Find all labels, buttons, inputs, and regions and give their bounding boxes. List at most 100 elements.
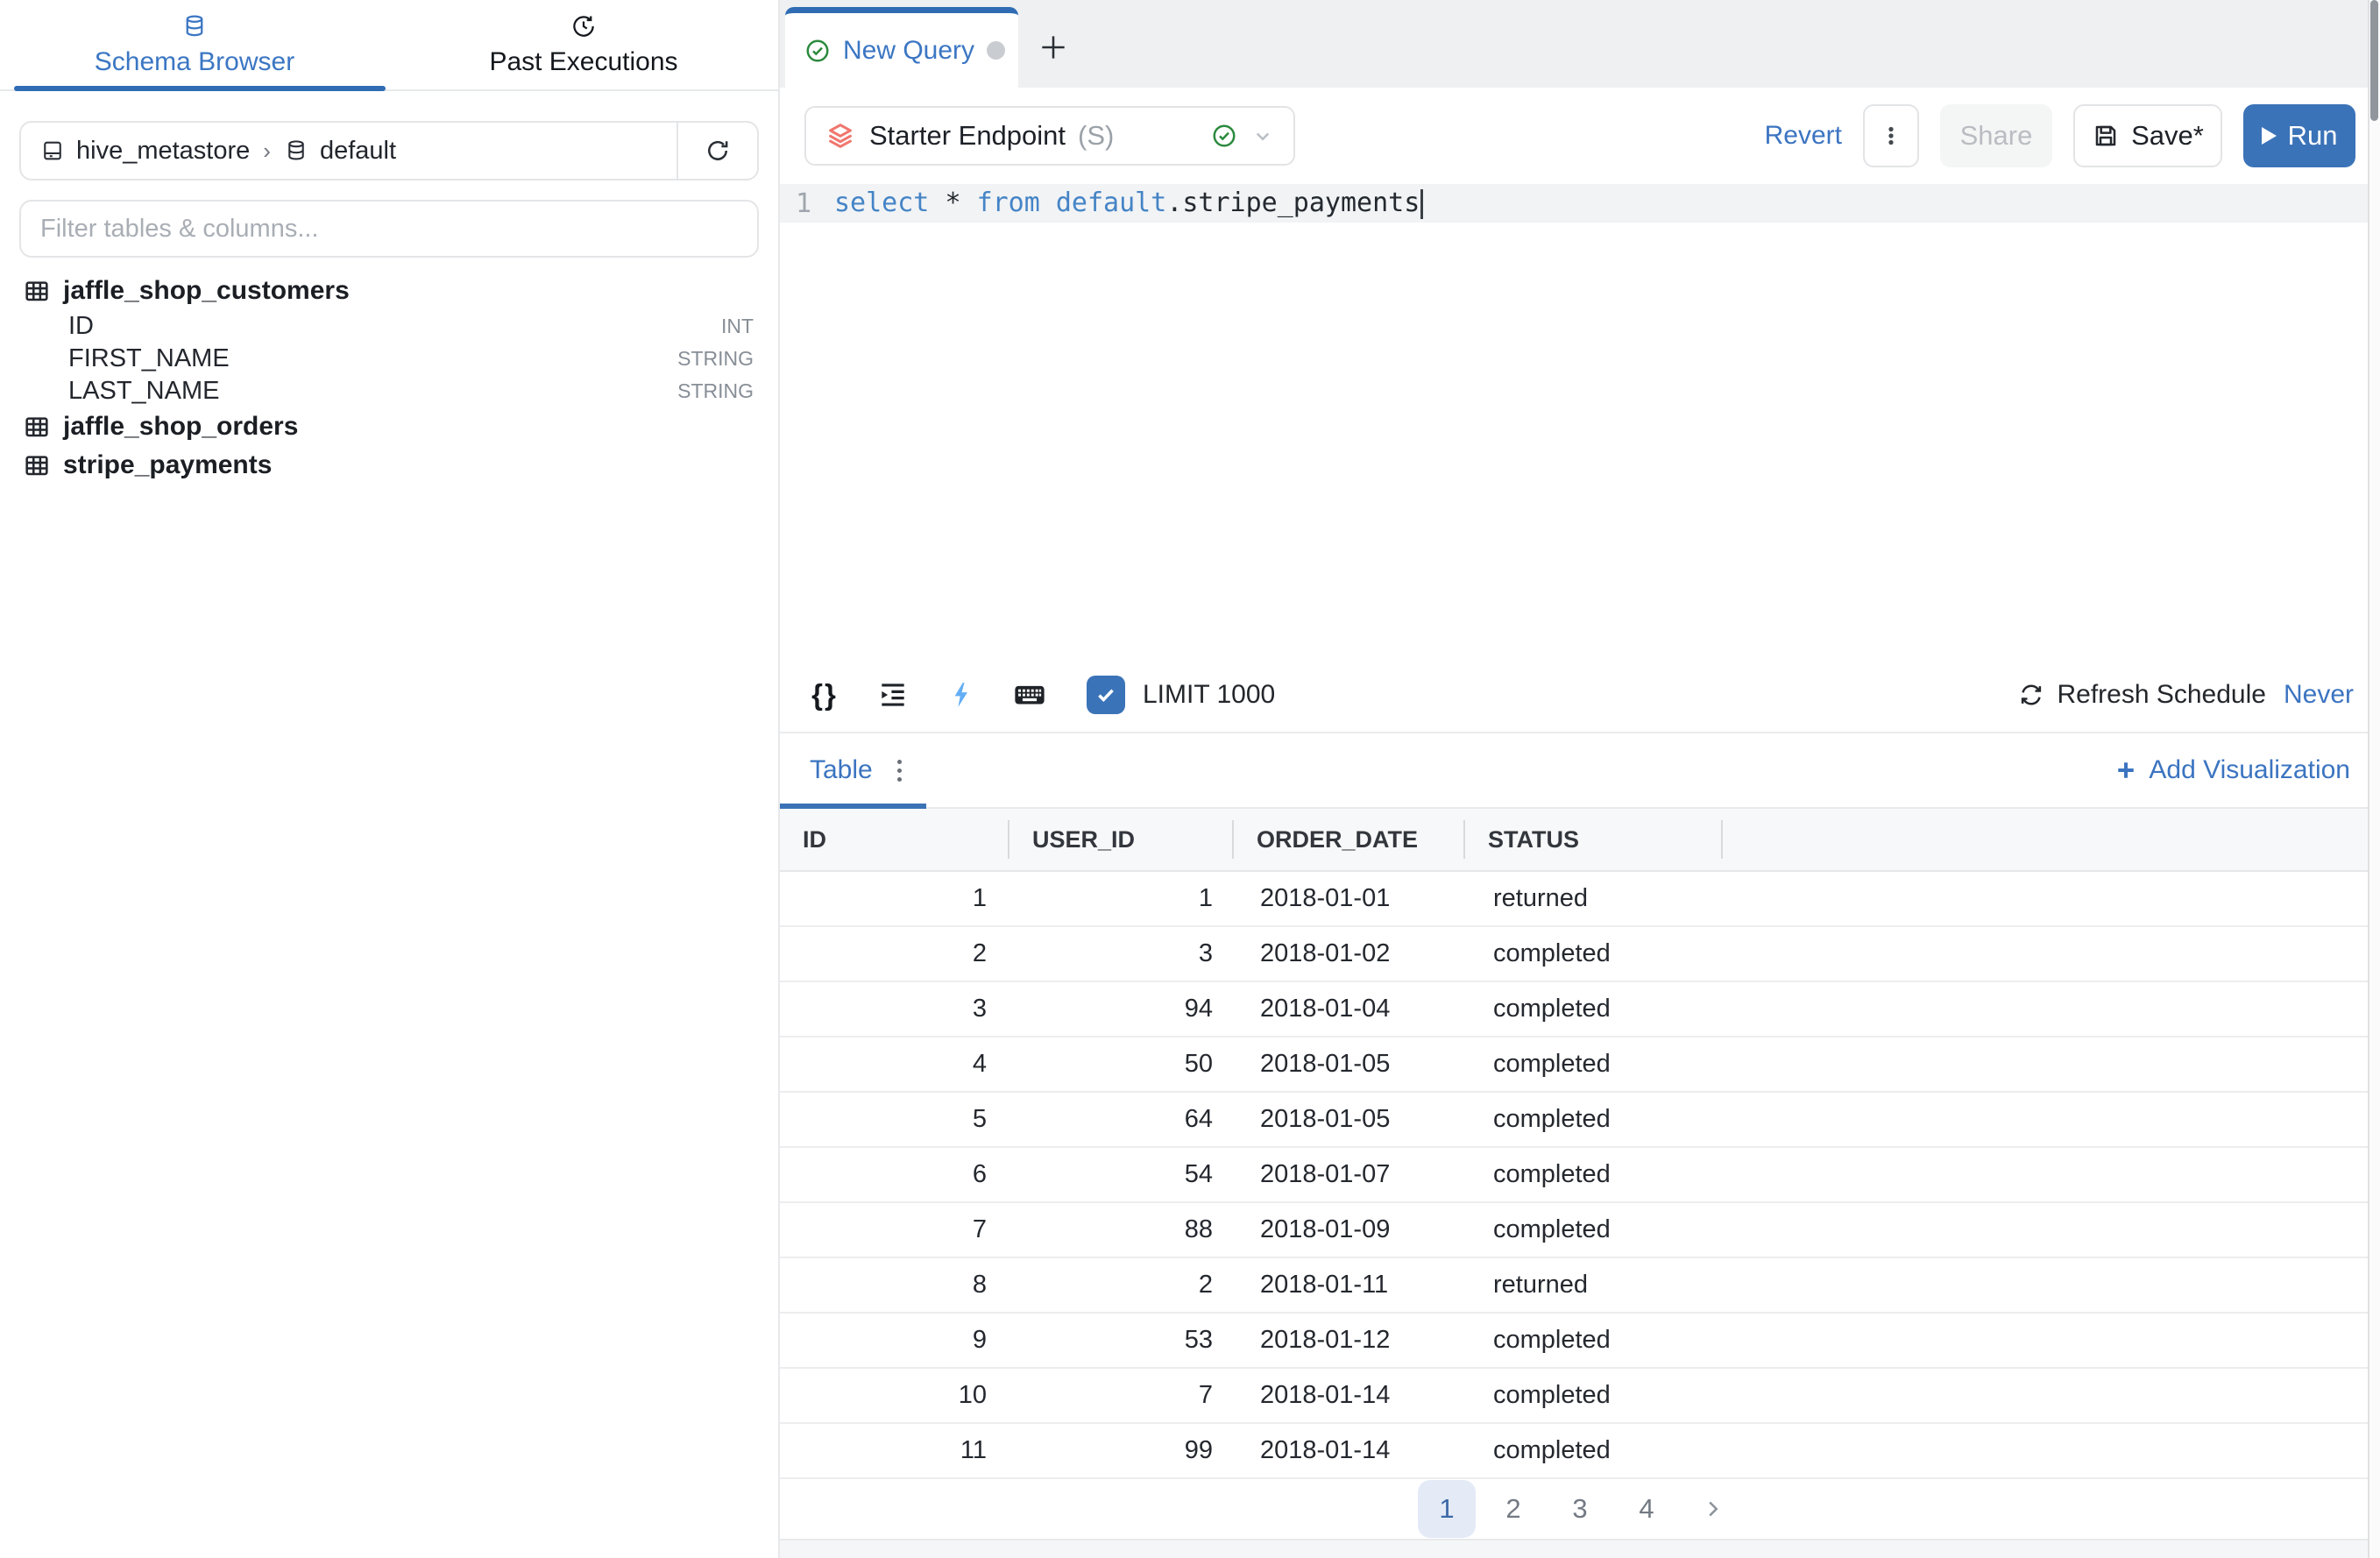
chevron-right-icon (1700, 1496, 1726, 1522)
cell-user-id: 53 (1009, 1326, 1234, 1355)
table-row: 9 53 2018-01-12 completed (780, 1314, 2380, 1369)
checkbox-check-icon (1094, 683, 1118, 707)
vertical-scrollbar-thumb[interactable] (2370, 0, 2378, 121)
cell-user-id: 99 (1009, 1436, 1234, 1465)
cell-status: returned (1465, 1271, 1723, 1300)
vertical-scrollbar-track[interactable] (2368, 0, 2380, 1558)
cell-order-date: 2018-01-14 (1234, 1436, 1465, 1465)
results-tab-label: Table (810, 755, 873, 785)
tab-new-query[interactable]: New Query (785, 7, 1018, 88)
refresh-schedule-label: Refresh Schedule (2057, 680, 2265, 710)
unsaved-indicator-dot (987, 41, 1005, 60)
breadcrumb-schema[interactable]: default (320, 137, 396, 166)
schema-table-item[interactable]: jaffle_shop_orders (23, 407, 759, 446)
schema-table-item[interactable]: jaffle_shop_customers (23, 272, 759, 310)
add-visualization-label: Add Visualization (2149, 755, 2350, 785)
table-row: 5 64 2018-01-05 completed (780, 1093, 2380, 1148)
sync-icon (2017, 681, 2045, 709)
autocomplete-button[interactable] (943, 680, 980, 710)
cell-status: completed (1465, 1215, 1723, 1244)
results-table: ID USER_ID ORDER_DATE STATUS 1 1 2018-01… (780, 809, 2380, 1479)
schema-tree: jaffle_shop_customers ID INT FIRST_NAME … (0, 272, 778, 485)
chevron-down-icon (1250, 123, 1276, 149)
table-tab-kebab-icon[interactable] (897, 760, 902, 782)
revert-button[interactable]: Revert (1765, 121, 1842, 151)
table-name: stripe_payments (63, 450, 272, 480)
schema-database-icon (284, 138, 308, 163)
cell-order-date: 2018-01-11 (1234, 1271, 1465, 1300)
refresh-schedule-value[interactable]: Never (2284, 680, 2354, 710)
cell-user-id: 7 (1009, 1381, 1234, 1410)
cell-status: completed (1465, 995, 1723, 1023)
cell-user-id: 88 (1009, 1215, 1234, 1244)
schema-column-item[interactable]: LAST_NAME STRING (23, 375, 759, 407)
sql-code: select * from default.stripe_payments (834, 188, 1423, 219)
table-name: jaffle_shop_customers (63, 276, 350, 306)
history-clock-icon (570, 13, 597, 39)
cell-user-id: 94 (1009, 995, 1234, 1023)
limit-checkbox[interactable] (1087, 676, 1125, 714)
column-header-user-id[interactable]: USER_ID (1009, 809, 1234, 870)
cell-status: completed (1465, 1050, 1723, 1079)
horizontal-scrollbar-track[interactable] (780, 1539, 2380, 1558)
table-grid-icon (23, 451, 51, 479)
add-tab-button[interactable] (1018, 7, 1088, 88)
schema-column-item[interactable]: FIRST_NAME STRING (23, 343, 759, 375)
table-row: 11 99 2018-01-14 completed (780, 1424, 2380, 1479)
table-row: 1 1 2018-01-01 returned (780, 872, 2380, 927)
column-header-order-date[interactable]: ORDER_DATE (1234, 809, 1465, 870)
breadcrumb-catalog[interactable]: hive_metastore (76, 137, 250, 166)
line-number: 1 (780, 188, 811, 219)
cell-id: 1 (780, 884, 1009, 913)
refresh-schedule: Refresh Schedule Never (2017, 680, 2354, 710)
sidebar-tab-label: Past Executions (489, 47, 677, 77)
save-button[interactable]: Save* (2073, 104, 2222, 167)
save-button-label: Save* (2131, 120, 2204, 152)
active-code-line[interactable]: 1 select * from default.stripe_payments (780, 184, 2380, 223)
format-code-button[interactable]: {} (806, 678, 843, 712)
column-header-status[interactable]: STATUS (1465, 809, 1723, 870)
cell-id: 4 (780, 1050, 1009, 1079)
table-row: 10 7 2018-01-14 completed (780, 1369, 2380, 1424)
endpoint-selector[interactable]: Starter Endpoint (S) (804, 106, 1295, 166)
run-button[interactable]: Run (2243, 104, 2355, 167)
table-row: 8 2 2018-01-11 returned (780, 1258, 2380, 1314)
database-icon (181, 13, 208, 39)
page-button[interactable]: 4 (1618, 1480, 1675, 1538)
cell-id: 5 (780, 1105, 1009, 1134)
play-icon (2262, 127, 2277, 145)
cell-order-date: 2018-01-01 (1234, 884, 1465, 913)
tab-table-results[interactable]: Table (780, 733, 926, 807)
next-page-button[interactable] (1684, 1480, 1742, 1538)
results-table-header: ID USER_ID ORDER_DATE STATUS (780, 809, 2380, 872)
share-button[interactable]: Share (1940, 104, 2052, 167)
schema-column-item[interactable]: ID INT (23, 310, 759, 343)
tab-schema-browser[interactable]: Schema Browser (0, 0, 389, 89)
keyboard-shortcuts-button[interactable] (1011, 676, 1048, 713)
sql-editor[interactable]: 1 select * from default.stripe_payments (780, 184, 2380, 658)
cell-id: 11 (780, 1436, 1009, 1465)
column-header-id[interactable]: ID (780, 809, 1009, 870)
indent-button[interactable] (875, 678, 911, 712)
cell-user-id: 50 (1009, 1050, 1234, 1079)
cell-id: 6 (780, 1160, 1009, 1189)
table-grid-icon (23, 413, 51, 441)
more-options-button[interactable] (1863, 104, 1919, 167)
cell-order-date: 2018-01-04 (1234, 995, 1465, 1023)
table-row: 7 88 2018-01-09 completed (780, 1203, 2380, 1258)
cell-user-id: 2 (1009, 1271, 1234, 1300)
tab-past-executions[interactable]: Past Executions (389, 0, 778, 89)
sidebar-tab-label: Schema Browser (95, 47, 294, 77)
refresh-schema-button[interactable] (676, 123, 757, 179)
page-button[interactable]: 2 (1484, 1480, 1542, 1538)
page-button[interactable]: 1 (1418, 1480, 1476, 1538)
breadcrumb: hive_metastore › default (21, 123, 676, 179)
schema-table-item[interactable]: stripe_payments (23, 446, 759, 485)
cell-order-date: 2018-01-05 (1234, 1050, 1465, 1079)
editor-footer: {} (780, 658, 2380, 732)
filter-input[interactable] (21, 202, 757, 256)
limit-toggle[interactable]: LIMIT 1000 (1087, 676, 1275, 714)
page-button[interactable]: 3 (1551, 1480, 1609, 1538)
add-visualization-button[interactable]: Add Visualization (2114, 755, 2350, 785)
cell-id: 2 (780, 939, 1009, 968)
